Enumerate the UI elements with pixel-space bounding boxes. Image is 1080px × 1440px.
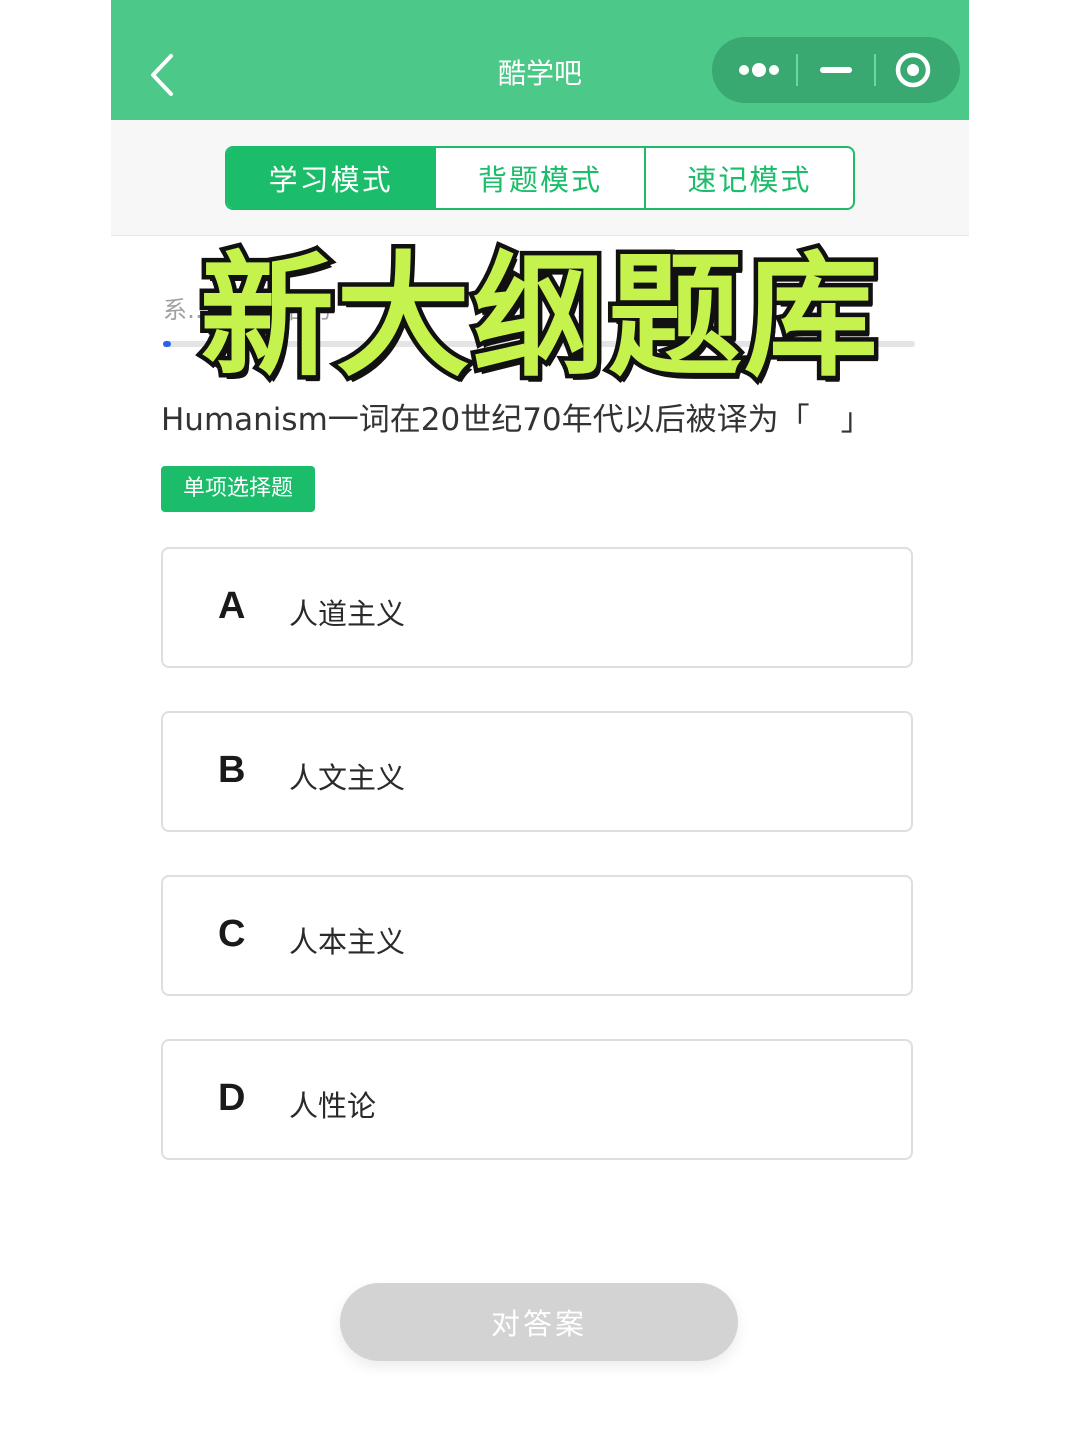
minimize-icon [820,67,852,73]
more-button[interactable] [724,37,794,103]
option-text: 人性论 [289,1089,377,1123]
question-type-badge: 单项选择题 [161,466,316,512]
mode-tabs: 学习模式 背题模式 速记模式 [225,146,855,210]
option-text: 人本主义 [289,925,406,959]
option-letter: C [218,913,246,955]
question-text: Humanism一词在20世纪70年代以后被译为「 」 [161,402,872,438]
option-letter: A [218,585,246,627]
tab-study-mode[interactable]: 学习模式 [227,148,437,208]
mini-program-capsule [712,37,960,103]
more-dots-icon [739,63,779,77]
tab-recite-mode[interactable]: 背题模式 [436,148,646,208]
capsule-divider [796,54,798,86]
option-b[interactable]: B 人文主义 [161,711,913,832]
option-text: 人文主义 [289,761,406,795]
option-text: 人道主义 [289,597,406,631]
minimize-button[interactable] [804,37,868,103]
option-c[interactable]: C 人本主义 [161,875,913,996]
check-answer-button[interactable]: 对答案 [340,1283,738,1361]
overlay-banner: 新大纲题库 [195,235,882,400]
option-letter: B [218,749,246,791]
close-button[interactable] [880,37,946,103]
record-icon [895,52,931,88]
app-header: 酷学吧 [111,0,969,120]
capsule-divider [874,54,876,86]
phone-screen: 酷学吧 学习模式 背题模式 速记模式 系…诊断…后的 新大纲题库 Humanis… [111,0,969,1440]
tab-quick-memo-mode[interactable]: 速记模式 [646,148,853,208]
option-d[interactable]: D 人性论 [161,1039,913,1160]
option-a[interactable]: A 人道主义 [161,547,913,668]
option-letter: D [218,1077,246,1119]
